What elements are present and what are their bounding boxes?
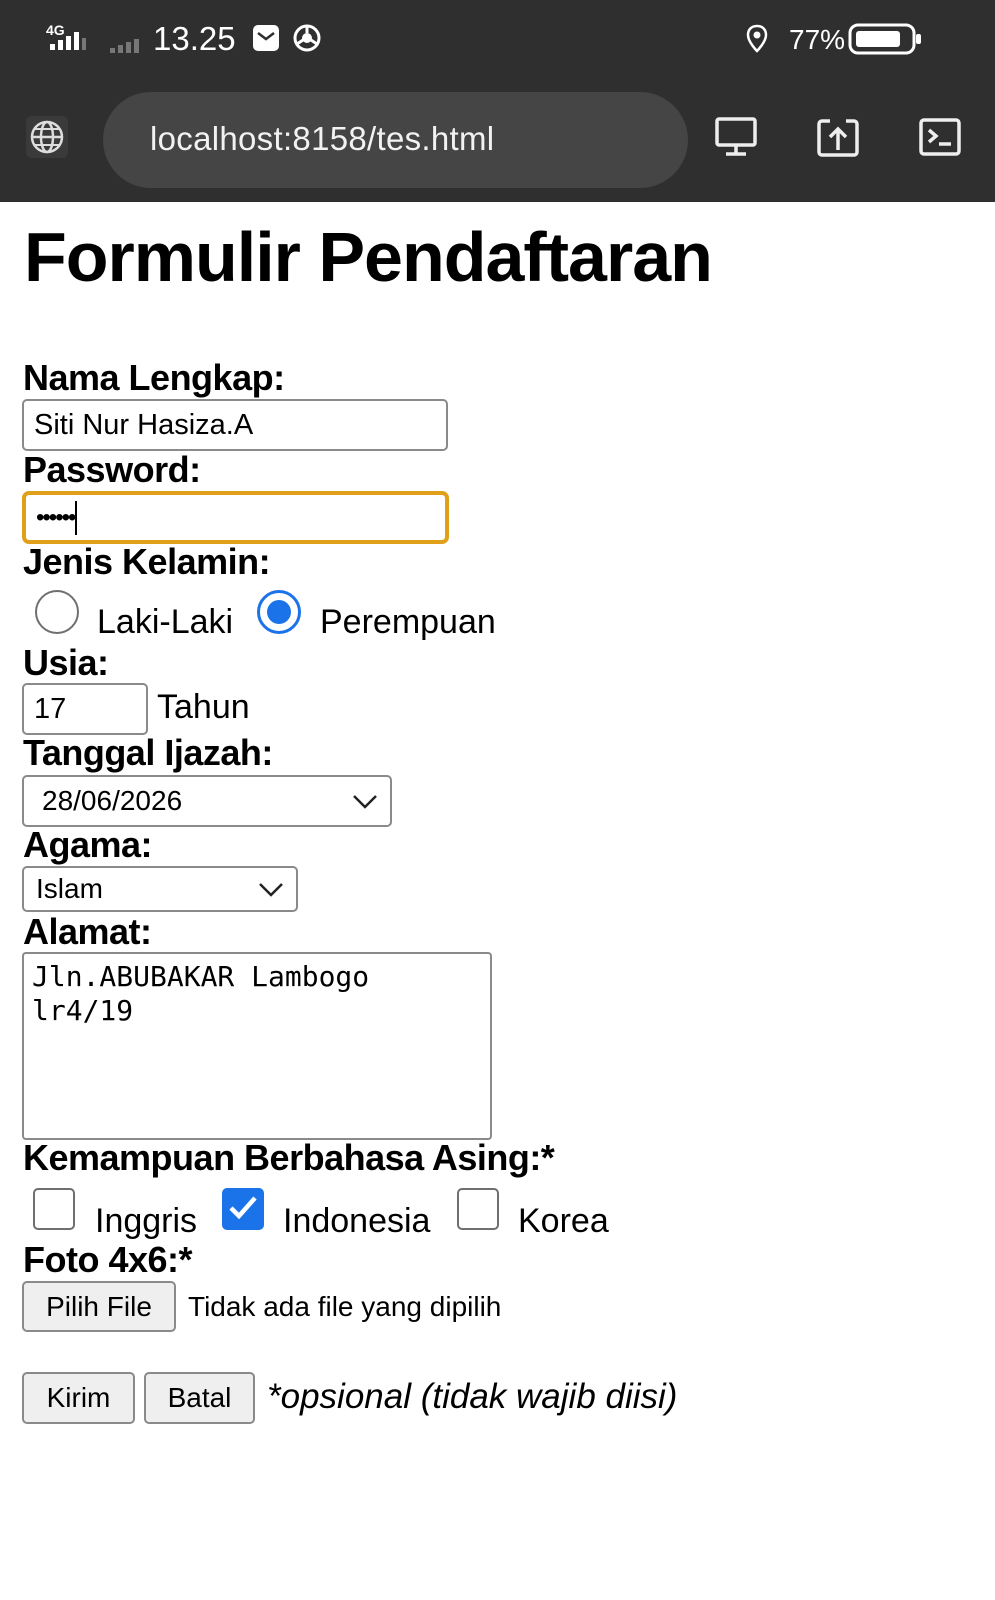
cancel-button[interactable]: Batal	[144, 1372, 255, 1424]
radio-label-laki-laki[interactable]: Laki-Laki	[97, 605, 233, 639]
url-text: localhost:8158/tes.html	[150, 120, 495, 157]
chrome-icon	[293, 24, 321, 57]
checkbox-indonesia[interactable]	[222, 1188, 264, 1230]
desktop-icon[interactable]	[714, 116, 758, 163]
checkmark-icon	[229, 1196, 257, 1220]
submit-label: Kirim	[46, 1382, 111, 1413]
usia-unit: Tahun	[157, 688, 250, 726]
browser-toolbar: localhost:8158/tes.html	[0, 82, 995, 202]
cancel-label: Batal	[167, 1382, 232, 1413]
page-title: Formulir Pendaftaran	[24, 218, 713, 296]
choose-file-label: Pilih File	[46, 1290, 152, 1322]
terminal-icon[interactable]	[918, 116, 962, 163]
status-bar: 4G 13.25 77%	[0, 0, 995, 82]
file-status: Tidak ada file yang dipilih	[188, 1291, 502, 1322]
clock: 13.25	[153, 20, 236, 57]
tanggal-date-picker[interactable]: 28/06/2026	[22, 775, 392, 827]
signal-4g-icon: 4G	[46, 22, 90, 52]
gender-label: Jenis Kelamin:	[23, 541, 271, 582]
password-input[interactable]: ••••••	[22, 491, 449, 544]
signal-icon	[110, 34, 146, 54]
agama-label: Agama:	[23, 824, 153, 865]
text-caret	[75, 500, 78, 535]
chevron-down-icon	[259, 883, 283, 897]
tanggal-value: 28/06/2026	[42, 785, 183, 816]
nama-input[interactable]: Siti Nur Hasiza.A	[22, 399, 448, 451]
usia-value: 17	[34, 692, 67, 725]
password-value: ••••••	[36, 503, 76, 531]
checkbox-label-indonesia[interactable]: Indonesia	[283, 1204, 430, 1238]
radio-label-perempuan[interactable]: Perempuan	[320, 605, 496, 639]
alamat-label: Alamat:	[23, 911, 152, 952]
usia-input[interactable]: 17	[22, 683, 148, 735]
agama-value: Islam	[36, 873, 103, 904]
alamat-textarea[interactable]: Jln.ABUBAKAR Lambogo lr4/19	[22, 952, 492, 1140]
radio-laki-laki[interactable]	[35, 590, 79, 634]
page-content: Formulir Pendaftaran Nama Lengkap: Siti …	[0, 202, 995, 1600]
checkbox-label-korea[interactable]: Korea	[518, 1204, 609, 1238]
tanggal-label: Tanggal Ijazah:	[23, 732, 273, 773]
battery-percent: 77%	[789, 24, 846, 55]
chevron-down-icon	[353, 795, 377, 809]
checkbox-inggris[interactable]	[33, 1188, 75, 1230]
usia-label: Usia:	[23, 642, 109, 683]
radio-perempuan[interactable]	[257, 590, 301, 634]
password-label: Password:	[23, 449, 201, 490]
upload-icon[interactable]	[816, 116, 860, 163]
agama-select[interactable]: Islam	[22, 866, 298, 912]
address-bar[interactable]: localhost:8158/tes.html	[103, 92, 688, 188]
bahasa-label: Kemampuan Berbahasa Asing:*	[23, 1137, 555, 1178]
nama-value: Siti Nur Hasiza.A	[34, 408, 254, 441]
mail-icon	[252, 24, 280, 57]
submit-button[interactable]: Kirim	[22, 1372, 135, 1424]
nama-label: Nama Lengkap:	[23, 357, 285, 398]
location-icon	[745, 24, 769, 59]
checkbox-label-inggris[interactable]: Inggris	[95, 1204, 197, 1238]
optional-note: *opsional (tidak wajib diisi)	[267, 1377, 678, 1416]
checkbox-korea[interactable]	[457, 1188, 499, 1230]
battery-icon	[848, 22, 924, 61]
globe-icon[interactable]	[24, 114, 70, 165]
choose-file-button[interactable]: Pilih File	[22, 1281, 176, 1332]
foto-label: Foto 4x6:*	[23, 1239, 193, 1280]
